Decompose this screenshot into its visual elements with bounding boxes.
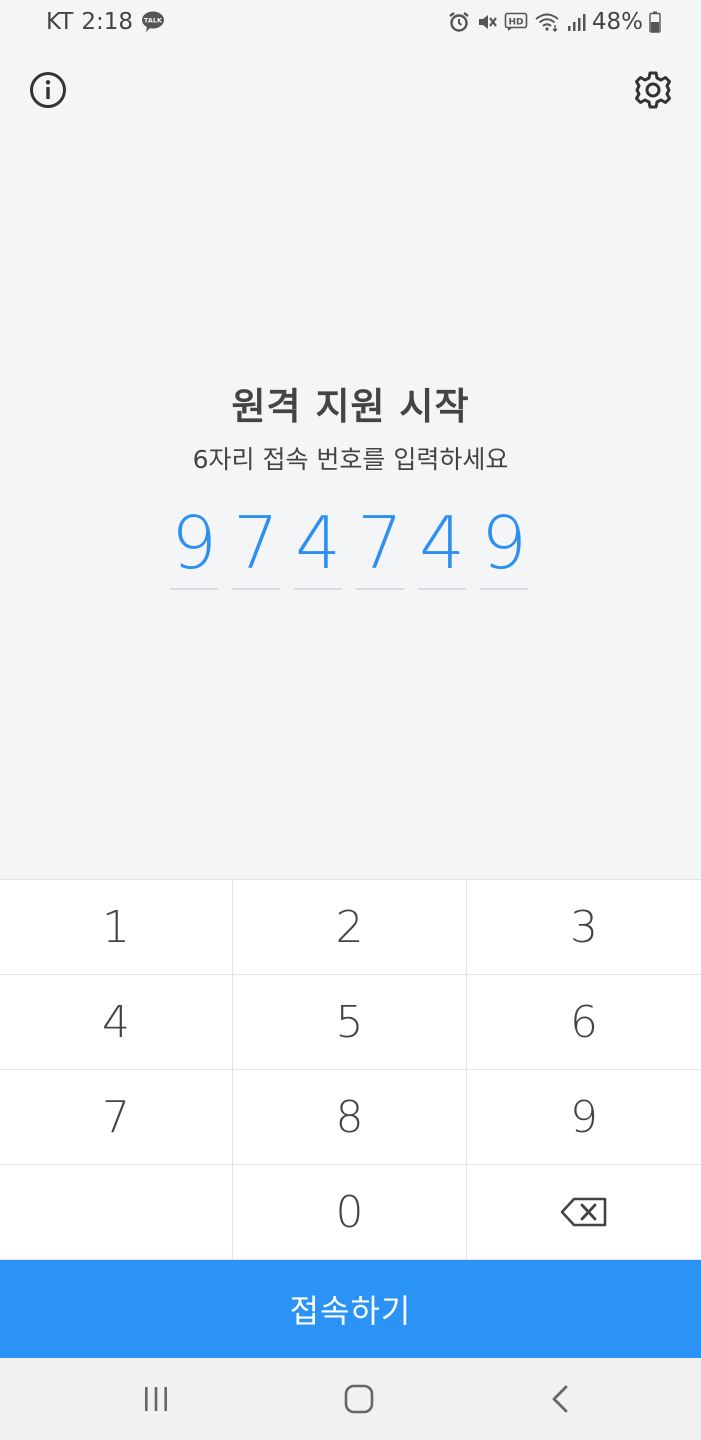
back-button[interactable] — [541, 1379, 581, 1419]
key-7[interactable]: 7 — [0, 1070, 233, 1165]
status-right: HD 48% — [448, 9, 661, 35]
code-digit: 9 — [480, 500, 528, 590]
system-nav-bar — [0, 1358, 701, 1440]
clock: 2:18 — [81, 9, 134, 35]
battery-icon — [649, 11, 661, 33]
number-keypad: 1 2 3 4 5 6 7 8 9 0 — [0, 879, 701, 1260]
status-left: KT 2:18 TALK — [46, 9, 165, 35]
key-2[interactable]: 2 — [233, 880, 467, 975]
key-6[interactable]: 6 — [467, 975, 701, 1070]
carrier-label: KT — [46, 9, 74, 35]
code-digit: 7 — [232, 500, 280, 590]
info-button[interactable] — [26, 68, 70, 112]
settings-button[interactable] — [631, 68, 675, 112]
talk-badge-text: TALK — [144, 17, 163, 25]
info-icon — [30, 72, 66, 108]
gear-icon — [635, 71, 671, 109]
code-digit: 7 — [356, 500, 404, 590]
backspace-key[interactable] — [467, 1165, 701, 1260]
hd-badge-text: HD — [508, 18, 523, 28]
status-bar: KT 2:18 TALK HD 48% — [0, 0, 701, 44]
signal-icon — [566, 12, 586, 32]
alarm-icon — [448, 11, 470, 33]
key-8[interactable]: 8 — [233, 1070, 467, 1165]
backspace-icon — [560, 1197, 607, 1227]
page-subtitle: 6자리 접속 번호를 입력하세요 — [192, 445, 509, 474]
home-icon — [344, 1384, 373, 1414]
key-3[interactable]: 3 — [467, 880, 701, 975]
recents-button[interactable] — [136, 1379, 176, 1419]
key-9[interactable]: 9 — [467, 1070, 701, 1165]
code-digit: 4 — [294, 500, 342, 590]
key-0[interactable]: 0 — [233, 1165, 467, 1260]
code-digit: 4 — [418, 500, 466, 590]
screen: KT 2:18 TALK HD 48% 원격 지원 시작 6자리 접속 번호를 … — [0, 0, 701, 1440]
battery-percent: 48% — [591, 9, 643, 35]
vibrate-mute-icon — [476, 11, 498, 33]
hd-voice-icon: HD — [504, 12, 528, 32]
key-1[interactable]: 1 — [0, 880, 233, 975]
wifi-icon — [534, 11, 560, 33]
recents-icon — [145, 1387, 167, 1411]
code-input[interactable]: 9 7 4 7 4 9 — [170, 500, 532, 592]
back-icon — [552, 1385, 568, 1413]
key-empty — [0, 1165, 233, 1260]
page-title: 원격 지원 시작 — [231, 385, 470, 428]
key-5[interactable]: 5 — [233, 975, 467, 1070]
code-digit: 9 — [170, 500, 218, 590]
kakaotalk-notification-icon: TALK — [141, 11, 165, 33]
connect-button[interactable]: 접속하기 — [0, 1260, 701, 1358]
key-4[interactable]: 4 — [0, 975, 233, 1070]
home-button[interactable] — [339, 1379, 379, 1419]
